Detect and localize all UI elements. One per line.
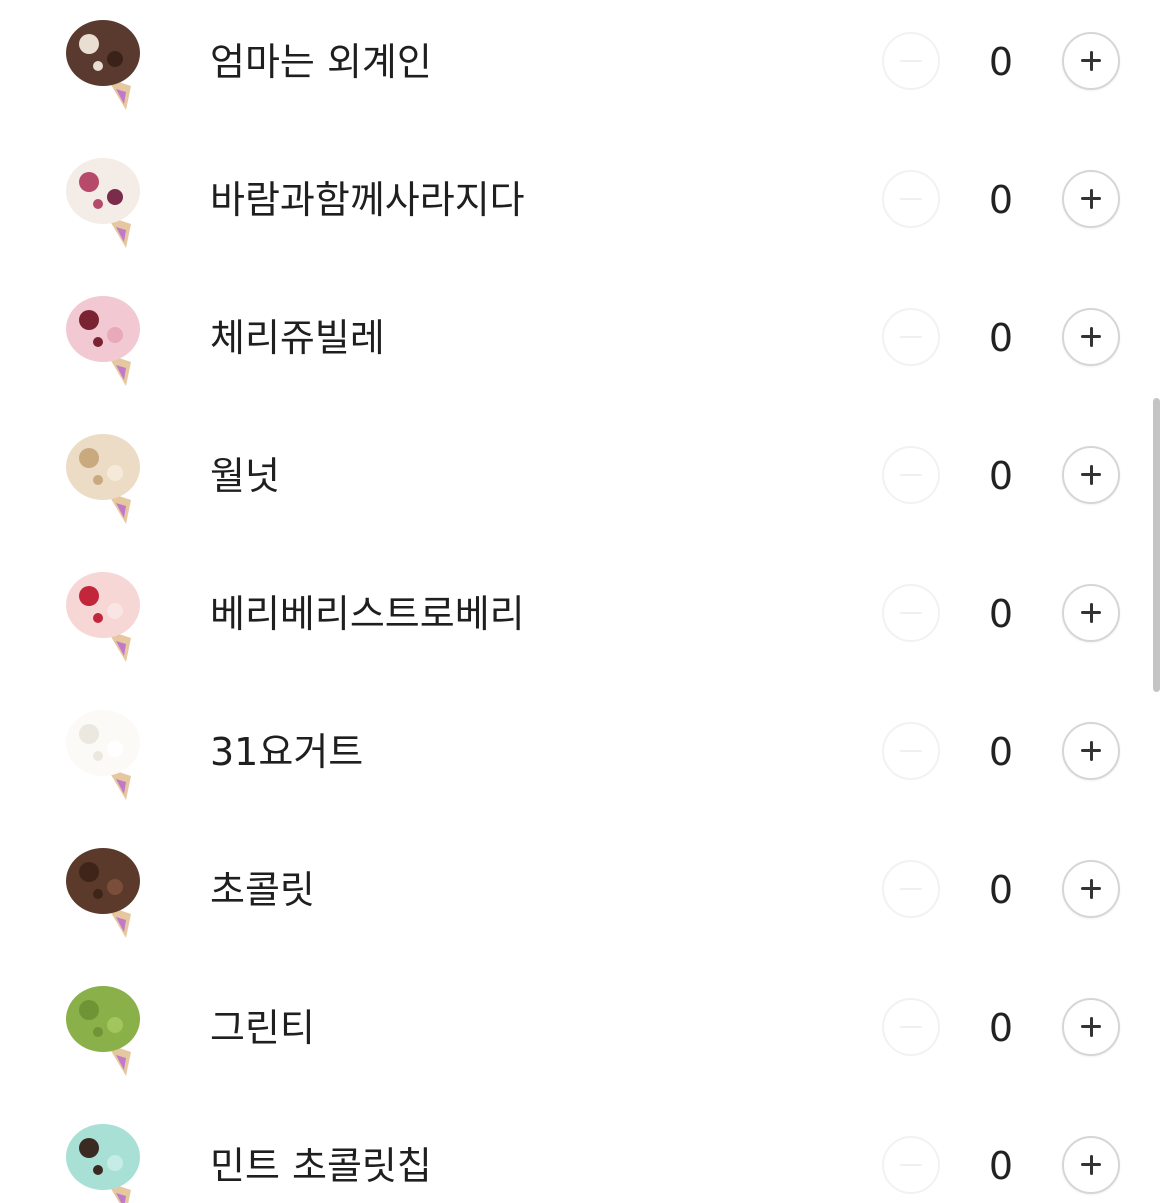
ice-cream-cone-icon <box>66 20 140 110</box>
increase-button[interactable] <box>1062 32 1120 90</box>
minus-icon <box>900 474 922 476</box>
plus-icon-vertical <box>1089 602 1093 623</box>
decrease-button[interactable] <box>882 998 940 1056</box>
flavor-row: 31요거트 0 <box>0 690 1170 828</box>
minus-icon <box>900 1026 922 1028</box>
flavor-row: 체리쥬빌레 0 <box>0 276 1170 414</box>
increase-button[interactable] <box>1062 860 1120 918</box>
increase-button[interactable] <box>1062 722 1120 780</box>
ice-cream-cone-icon <box>66 158 140 248</box>
increase-button[interactable] <box>1062 308 1120 366</box>
plus-icon-vertical <box>1089 464 1093 485</box>
plus-icon-vertical <box>1089 326 1093 347</box>
ice-cream-cone-icon <box>66 572 140 662</box>
scrollbar[interactable] <box>1153 398 1160 692</box>
increase-button[interactable] <box>1062 1136 1120 1194</box>
quantity-value: 0 <box>988 1006 1014 1050</box>
plus-icon-vertical <box>1089 1154 1093 1175</box>
decrease-button[interactable] <box>882 308 940 366</box>
minus-icon <box>900 1164 922 1166</box>
flavor-name: 베리베리스트로베리 <box>210 592 525 636</box>
minus-icon <box>900 750 922 752</box>
ice-cream-cone-icon <box>66 434 140 524</box>
ice-cream-cone-icon <box>66 986 140 1076</box>
ice-cream-image <box>60 704 150 814</box>
minus-icon <box>900 612 922 614</box>
ice-cream-cone-icon <box>66 296 140 386</box>
flavor-name: 바람과함께사라지다 <box>210 178 525 222</box>
flavor-name: 초콜릿 <box>210 868 315 912</box>
ice-cream-cone-icon <box>66 710 140 800</box>
flavor-row: 베리베리스트로베리 0 <box>0 552 1170 690</box>
ice-cream-image <box>60 566 150 676</box>
decrease-button[interactable] <box>882 722 940 780</box>
ice-cream-image <box>60 290 150 400</box>
increase-button[interactable] <box>1062 998 1120 1056</box>
decrease-button[interactable] <box>882 170 940 228</box>
quantity-value: 0 <box>988 592 1014 636</box>
increase-button[interactable] <box>1062 584 1120 642</box>
quantity-value: 0 <box>988 316 1014 360</box>
flavor-row: 초콜릿 0 <box>0 828 1170 966</box>
flavor-row: 그린티 0 <box>0 966 1170 1104</box>
quantity-value: 0 <box>988 730 1014 774</box>
plus-icon-vertical <box>1089 878 1093 899</box>
flavor-row: 월넛 0 <box>0 414 1170 552</box>
quantity-value: 0 <box>988 178 1014 222</box>
plus-icon-vertical <box>1089 1016 1093 1037</box>
flavor-name: 월넛 <box>210 454 280 498</box>
quantity-value: 0 <box>988 1144 1014 1188</box>
flavor-name: 민트 초콜릿칩 <box>210 1144 432 1188</box>
ice-cream-image <box>60 1118 150 1203</box>
flavor-row: 엄마는 외계인 0 <box>0 0 1170 138</box>
flavor-name: 체리쥬빌레 <box>210 316 385 360</box>
ice-cream-image <box>60 152 150 262</box>
plus-icon-vertical <box>1089 50 1093 71</box>
minus-icon <box>900 198 922 200</box>
flavor-row: 바람과함께사라지다 0 <box>0 138 1170 276</box>
flavor-name: 31요거트 <box>210 730 364 774</box>
plus-icon-vertical <box>1089 188 1093 209</box>
plus-icon-vertical <box>1089 740 1093 761</box>
quantity-value: 0 <box>988 868 1014 912</box>
minus-icon <box>900 336 922 338</box>
ice-cream-image <box>60 842 150 952</box>
minus-icon <box>900 60 922 62</box>
flavor-name: 엄마는 외계인 <box>210 40 432 84</box>
ice-cream-image <box>60 14 150 124</box>
minus-icon <box>900 888 922 890</box>
ice-cream-cone-icon <box>66 1124 140 1203</box>
decrease-button[interactable] <box>882 446 940 504</box>
quantity-value: 0 <box>988 40 1014 84</box>
flavor-name: 그린티 <box>210 1006 315 1050</box>
flavor-list: 엄마는 외계인 0 바람과함께사라지다 0 체리쥬빌레 0 월넛 0 베리베리스… <box>0 0 1170 1203</box>
decrease-button[interactable] <box>882 584 940 642</box>
decrease-button[interactable] <box>882 860 940 918</box>
decrease-button[interactable] <box>882 32 940 90</box>
increase-button[interactable] <box>1062 170 1120 228</box>
quantity-value: 0 <box>988 454 1014 498</box>
ice-cream-image <box>60 428 150 538</box>
flavor-row: 민트 초콜릿칩 0 <box>0 1104 1170 1203</box>
ice-cream-cone-icon <box>66 848 140 938</box>
increase-button[interactable] <box>1062 446 1120 504</box>
ice-cream-image <box>60 980 150 1090</box>
decrease-button[interactable] <box>882 1136 940 1194</box>
